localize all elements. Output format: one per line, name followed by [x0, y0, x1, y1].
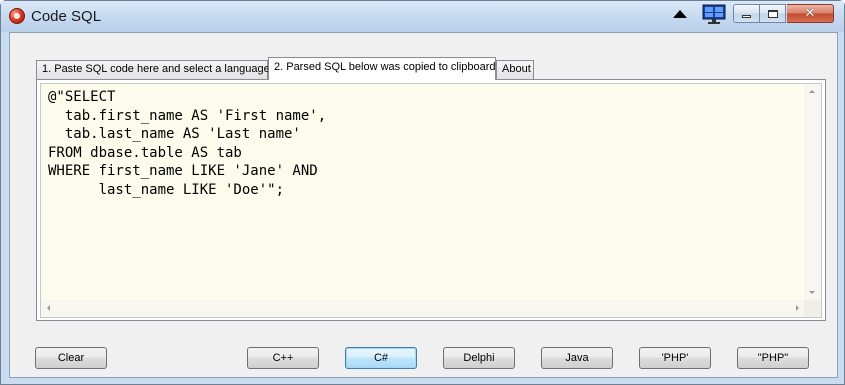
tab-about[interactable]: About — [496, 60, 534, 79]
minimize-button[interactable] — [733, 4, 760, 23]
app-window: Code SQL ✕ 1. Paste SQL code here and se… — [0, 0, 845, 385]
code-editor[interactable]: @"SELECT tab.first_name AS 'First name',… — [40, 83, 822, 318]
cpp-button[interactable]: C++ — [247, 347, 319, 369]
app-icon[interactable] — [9, 8, 25, 24]
parsed-sql-text[interactable]: @"SELECT tab.first_name AS 'First name',… — [48, 88, 326, 199]
triangle-up-icon — [673, 9, 687, 18]
scrollbar-corner — [804, 300, 821, 317]
tab-panel: @"SELECT tab.first_name AS 'First name',… — [36, 79, 826, 321]
tab-paste-sql[interactable]: 1. Paste SQL code here and select a lang… — [36, 60, 270, 79]
close-icon: ✕ — [804, 6, 816, 21]
window-title: Code SQL — [31, 8, 102, 25]
scroll-down-icon[interactable] — [809, 291, 815, 294]
clear-button[interactable]: Clear — [35, 347, 107, 369]
php-double-quote-button[interactable]: "PHP" — [737, 347, 809, 369]
client-area: 1. Paste SQL code here and select a lang… — [9, 32, 838, 378]
csharp-button[interactable]: C# — [345, 347, 417, 369]
monitor-button[interactable] — [700, 4, 728, 24]
scroll-right-icon[interactable] — [796, 305, 799, 311]
close-button[interactable]: ✕ — [787, 4, 834, 23]
vertical-scrollbar[interactable] — [804, 84, 821, 300]
scroll-up-icon[interactable] — [809, 90, 815, 93]
scroll-left-icon[interactable] — [47, 305, 50, 311]
tab-parsed-sql[interactable]: 2. Parsed SQL below was copied to clipbo… — [268, 57, 496, 80]
php-single-quote-button[interactable]: 'PHP' — [639, 347, 711, 369]
monitor-icon — [702, 4, 726, 24]
delphi-button[interactable]: Delphi — [443, 347, 515, 369]
minimize-icon — [742, 15, 751, 18]
title-bar[interactable]: Code SQL ✕ — [1, 1, 844, 32]
stay-on-top-button[interactable] — [667, 4, 693, 23]
maximize-icon — [767, 9, 778, 18]
maximize-button[interactable] — [760, 4, 786, 23]
horizontal-scrollbar[interactable] — [41, 300, 805, 317]
java-button[interactable]: Java — [541, 347, 613, 369]
